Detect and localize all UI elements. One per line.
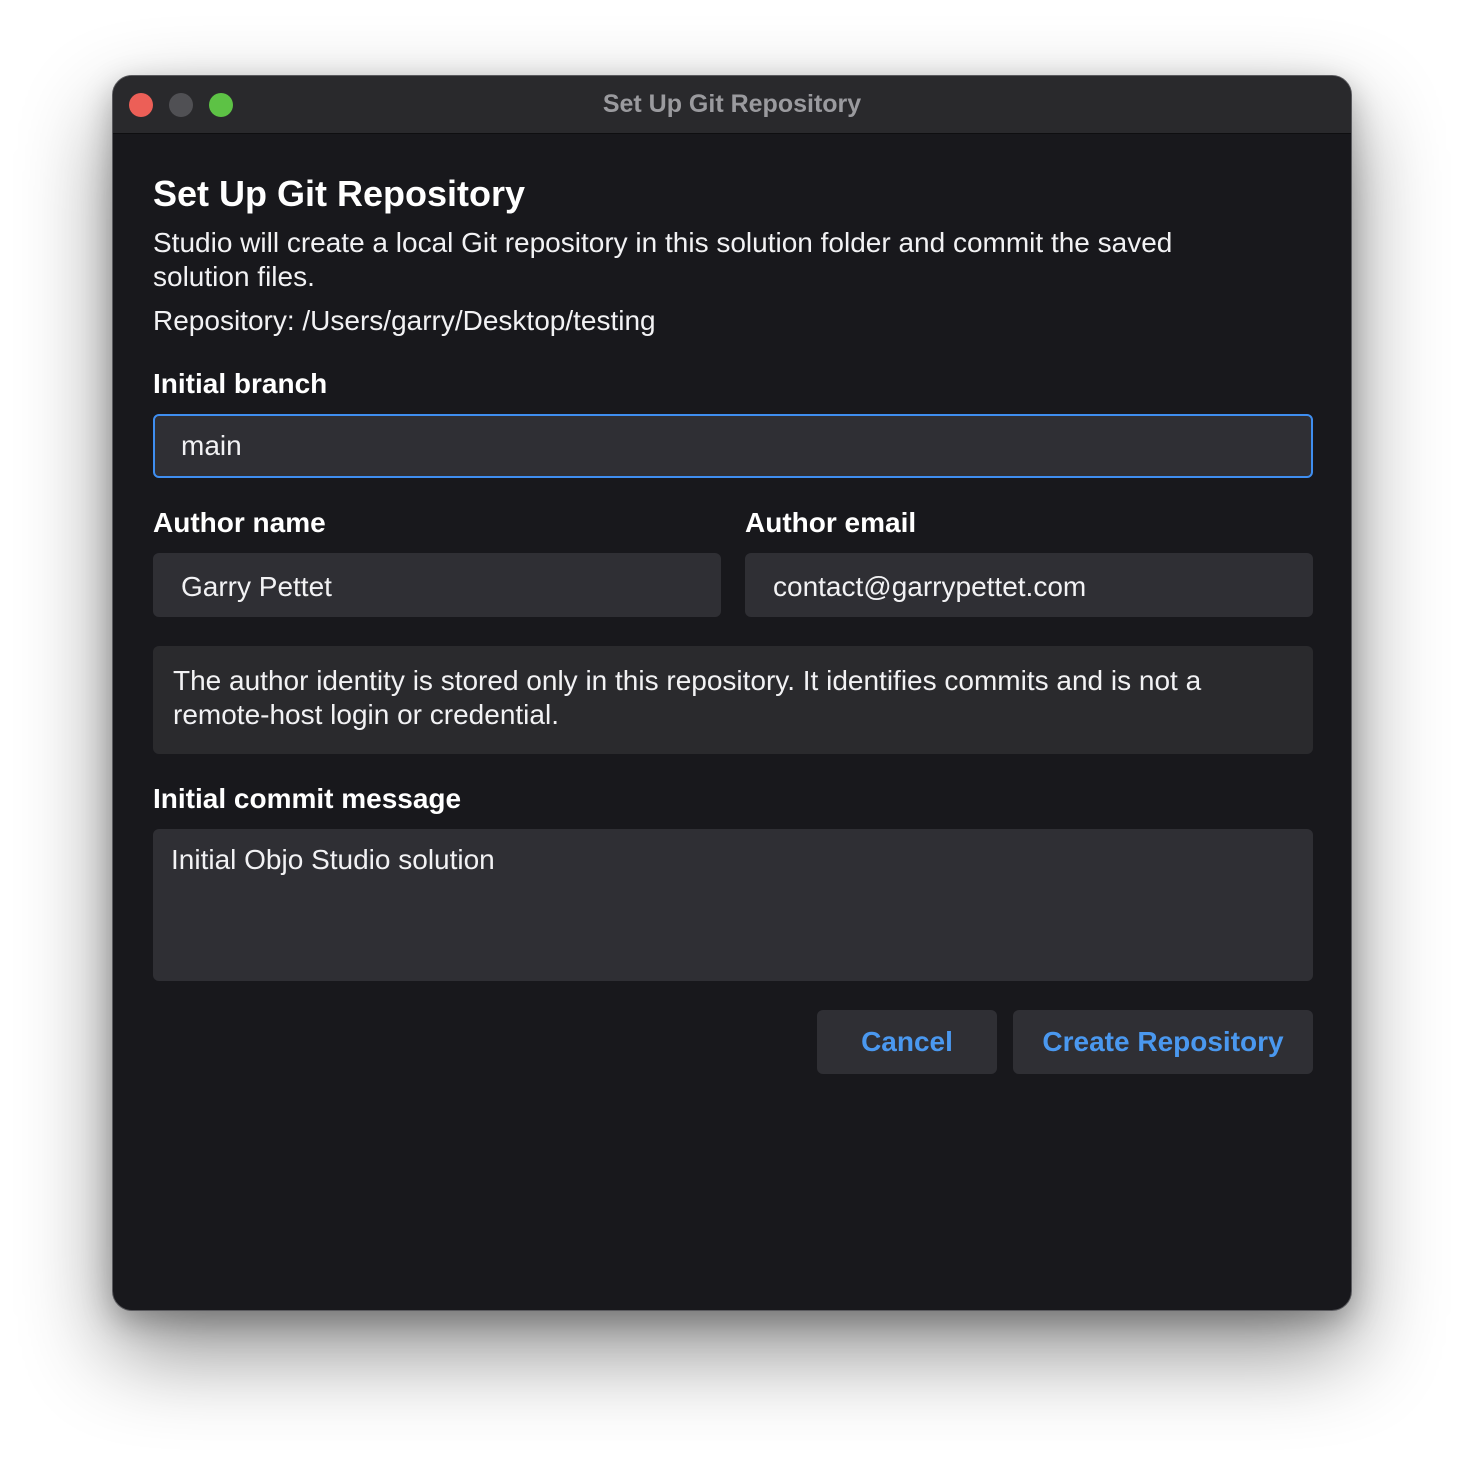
initial-branch-input[interactable]: main	[153, 414, 1313, 478]
author-name-input[interactable]: Garry Pettet	[153, 553, 721, 617]
initial-branch-label: Initial branch	[153, 368, 328, 399]
dialog-window: Set Up Git Repository Set Up Git Reposit…	[112, 75, 1352, 1311]
dialog-heading: Set Up Git Repository	[153, 173, 526, 214]
identity-info-note: The author identity is stored only in th…	[153, 646, 1313, 754]
repository-path: Repository: /Users/garry/Desktop/testing	[153, 305, 656, 336]
commit-message-label: Initial commit message	[153, 783, 462, 814]
cancel-button[interactable]: Cancel	[817, 1010, 997, 1074]
author-email-label: Author email	[745, 507, 917, 538]
dialog-description: Studio will create a local Git repositor…	[153, 227, 1173, 292]
window-title: Set Up Git Repository	[602, 90, 862, 118]
author-name-label: Author name	[153, 507, 326, 538]
create-repository-button[interactable]: Create Repository	[1013, 1010, 1313, 1074]
commit-message-textarea[interactable]: Initial Objo Studio solution	[153, 829, 1313, 981]
title-bar: Set Up Git Repository	[113, 76, 1351, 134]
author-email-input[interactable]: contact@garrypettet.com	[745, 553, 1313, 617]
